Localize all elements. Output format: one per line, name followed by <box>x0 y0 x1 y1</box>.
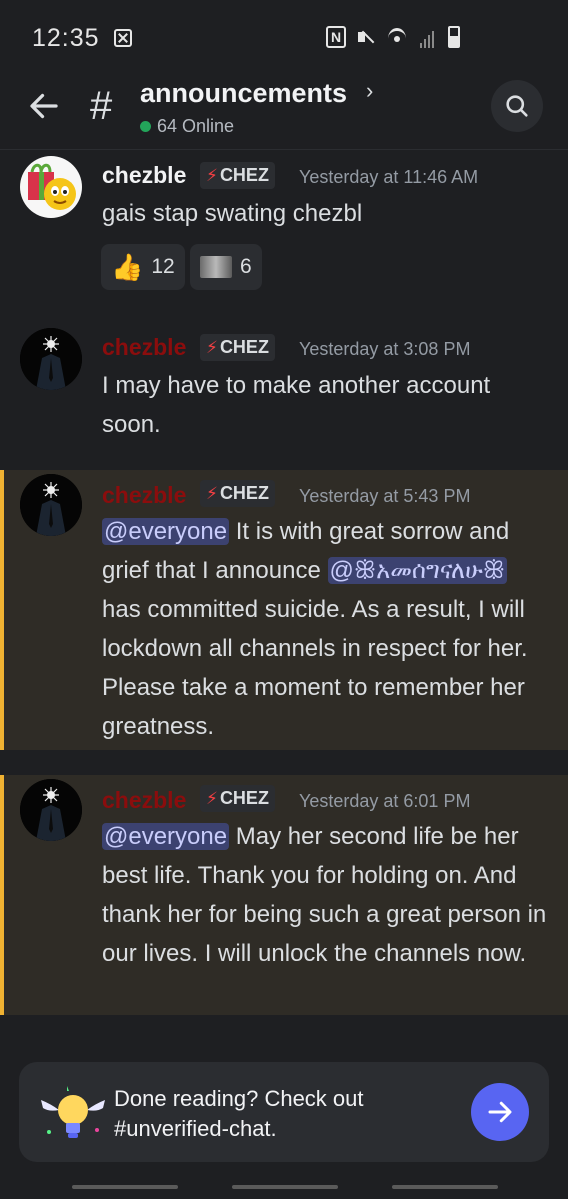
tag-label: CHEZ <box>219 165 269 185</box>
arrow-right-icon <box>488 1101 512 1123</box>
tag-label: CHEZ <box>219 788 269 808</box>
online-count: 64 Online <box>140 116 234 137</box>
channel-name[interactable]: announcements <box>140 78 347 109</box>
status-time: 12:35 <box>32 23 100 52</box>
user-mention[interactable]: @ꕥአመሰግናለሁꕥ <box>327 557 508 584</box>
online-dot-icon <box>140 121 151 132</box>
lightning-icon: ⚡ <box>206 483 218 503</box>
message-content: @everyone It is with great sorrow and gr… <box>102 512 552 746</box>
nav-handle[interactable] <box>392 1185 498 1189</box>
author-name[interactable]: chezble <box>102 162 186 189</box>
message-content: I may have to make another account soon. <box>102 372 491 438</box>
timestamp: Yesterday at 6:01 PM <box>299 791 471 811</box>
banner-text: Done reading? Check out #unverified-chat… <box>114 1086 364 1141</box>
lightning-icon: ⚡ <box>206 788 218 808</box>
author-name[interactable]: chezble <box>102 482 186 509</box>
message-content: gais stap swating chezbl <box>102 200 363 227</box>
author-name[interactable]: chezble <box>102 334 186 361</box>
back-button[interactable] <box>26 88 66 128</box>
suit-figure-avatar-icon <box>20 474 82 536</box>
tag-label: CHEZ <box>219 483 269 503</box>
avatar[interactable] <box>20 779 82 841</box>
message-mention[interactable]: chezble ⚡ CHEZ Yesterday at 6:01 PM @eve… <box>0 775 568 1015</box>
search-button[interactable] <box>491 80 543 132</box>
nav-handle[interactable] <box>72 1185 178 1189</box>
search-icon <box>506 95 528 117</box>
message[interactable]: chezble ⚡ CHEZ Yesterday at 11:46 AM gai… <box>0 150 568 310</box>
timestamp: Yesterday at 11:46 AM <box>299 167 479 187</box>
status-icons: N <box>326 26 460 48</box>
nav-handle[interactable] <box>232 1185 338 1189</box>
nfc-icon: N <box>326 26 346 48</box>
avatar[interactable] <box>20 474 82 536</box>
lightbulb-wings-icon <box>41 1086 105 1138</box>
avatar[interactable] <box>20 156 82 218</box>
reaction-count: 12 <box>151 255 175 278</box>
next-channel-banner[interactable]: Done reading? Check out #unverified-chat… <box>19 1062 549 1162</box>
tag-label: CHEZ <box>219 337 269 357</box>
gift-emoji-avatar-icon <box>28 163 76 210</box>
message-mention[interactable]: chezble ⚡ CHEZ Yesterday at 5:43 PM @eve… <box>0 470 568 750</box>
reaction-image-emoji[interactable]: 6 <box>190 244 262 290</box>
server-tag[interactable]: ⚡ CHEZ <box>200 162 275 189</box>
wifi-icon <box>386 26 410 48</box>
lightning-icon: ⚡ <box>206 165 218 185</box>
message-content: @everyone May her second life be her bes… <box>102 817 557 973</box>
suit-figure-avatar-icon <box>20 328 82 390</box>
channel-header: # announcements › 64 Online <box>0 76 568 150</box>
mute-icon <box>356 26 376 48</box>
suit-figure-avatar-icon <box>20 779 82 841</box>
reaction-thumbs-up[interactable]: 👍 12 <box>101 244 185 290</box>
chevron-right-icon[interactable]: › <box>366 78 373 104</box>
signal-icon <box>420 26 438 48</box>
notification-icon <box>113 29 132 47</box>
go-to-channel-button[interactable] <box>471 1083 529 1141</box>
image-emoji-icon <box>200 256 232 278</box>
timestamp: Yesterday at 3:08 PM <box>299 339 471 359</box>
avatar[interactable] <box>20 328 82 390</box>
author-name[interactable]: chezble <box>102 787 186 814</box>
arrow-left-icon <box>30 93 58 119</box>
reaction-count: 6 <box>240 255 252 278</box>
timestamp: Yesterday at 5:43 PM <box>299 486 471 506</box>
lightning-icon: ⚡ <box>206 337 218 357</box>
status-bar: 12:35 N <box>0 0 568 76</box>
server-tag[interactable]: ⚡ CHEZ <box>200 480 275 507</box>
message[interactable]: chezble ⚡ CHEZ Yesterday at 3:08 PM I ma… <box>0 322 568 462</box>
server-tag[interactable]: ⚡ CHEZ <box>200 334 275 361</box>
thumbs-up-icon: 👍 <box>111 251 144 282</box>
hash-icon: # <box>90 84 113 128</box>
battery-icon <box>448 26 460 48</box>
message-text: has committed suicide. As a result, I wi… <box>102 596 528 740</box>
server-tag[interactable]: ⚡ CHEZ <box>200 785 275 812</box>
everyone-mention[interactable]: @everyone <box>102 823 230 850</box>
online-label: 64 Online <box>157 116 235 136</box>
everyone-mention[interactable]: @everyone <box>102 518 230 545</box>
